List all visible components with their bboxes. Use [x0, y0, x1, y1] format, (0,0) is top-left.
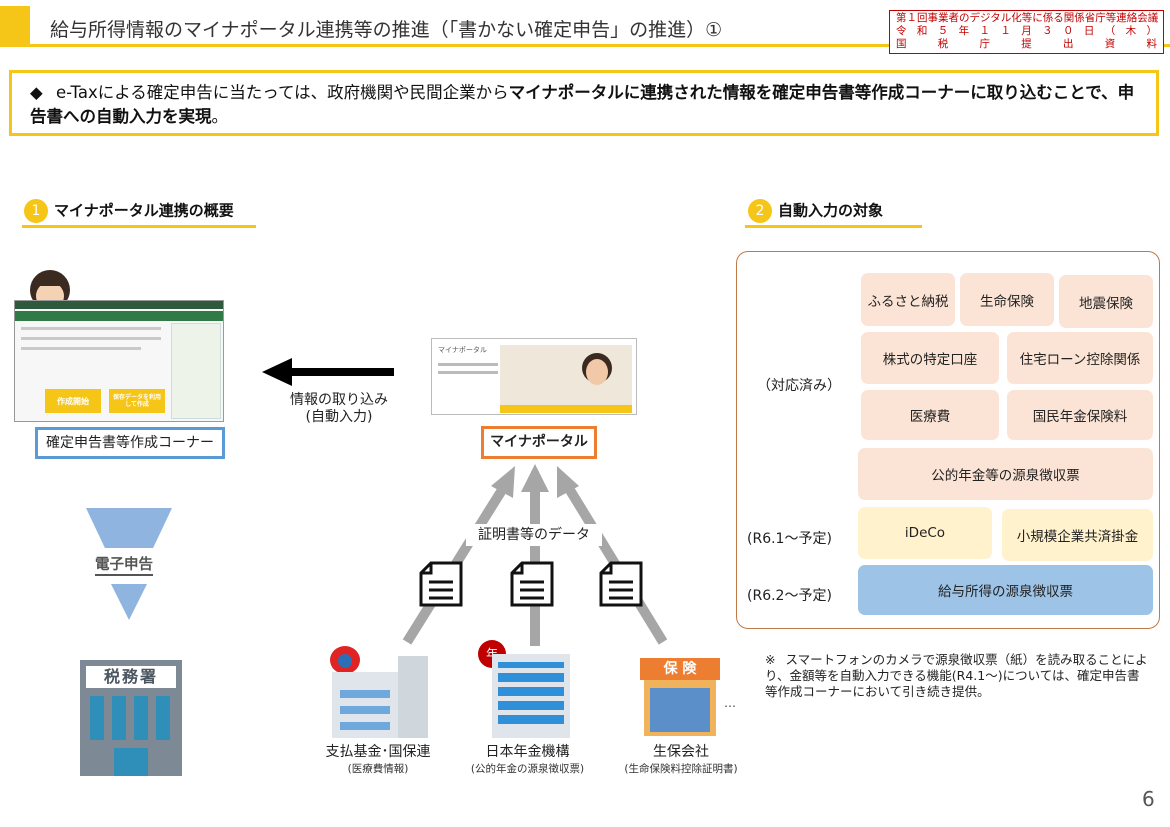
stamp-line-2: 令 和 ５ 年 １ １ 月 ３ ０ 日 （ 木 ）	[896, 25, 1157, 37]
pension-service-building-icon: 年	[478, 640, 570, 738]
item-housing-loan: 住宅ローン控除関係	[1007, 332, 1153, 384]
document-icon	[599, 561, 643, 607]
summary-text-end: 。	[211, 107, 229, 126]
mynaportal-label: マイナポータル	[481, 426, 597, 459]
section-1-number: 1	[24, 199, 48, 223]
certificate-data-label: 証明書等のデータ	[466, 524, 602, 546]
medical-fund-building-icon	[328, 646, 428, 738]
row-label-done: （対応済み）	[757, 378, 841, 394]
source-name-2: 日本年金機構	[485, 744, 570, 760]
section-2-underline	[745, 225, 922, 228]
item-stock-account: 株式の特定口座	[861, 332, 999, 384]
down-arrow-icon	[111, 584, 147, 620]
stamp-line-1: 第１回事業者のデジタル化等に係る関係省庁等連絡会議	[896, 12, 1159, 24]
summary-text-plain: e-Taxによる確定申告に当たっては、政府機関や民間企業から	[55, 83, 509, 102]
import-arrow-icon	[262, 358, 394, 386]
item-earthquake-insurance: 地震保険	[1059, 275, 1153, 328]
row-label-r6-1: (R6.1～予定)	[747, 531, 832, 547]
tax-office-building-icon: 税務署	[80, 660, 182, 776]
page-title: 給与所得情報のマイナポータル連携等の推進（「書かない確定申告」の推進）①	[50, 19, 723, 41]
corner-screen-image: 作成開始 保存データを利用して作成	[14, 300, 224, 422]
import-label-line-2: (自動入力)	[305, 409, 373, 425]
source-sub-1: (医療費情報)	[347, 763, 409, 775]
document-stamp: 第１回事業者のデジタル化等に係る関係省庁等連絡会議 令 和 ５ 年 １ １ 月 …	[889, 10, 1164, 54]
insurance-company-building-icon: 保 険	[640, 658, 720, 736]
footnote-text: スマートフォンのカメラで源泉徴収票（紙）を読み取ることにより、金額等を自動入力で…	[765, 652, 1148, 699]
item-medical-expenses: 医療費	[861, 390, 999, 440]
source-name-3: 生保会社	[653, 744, 709, 760]
page-number: 6	[1142, 787, 1155, 811]
funnel-shape	[86, 508, 172, 548]
screen-saved-data-button: 保存データを利用して作成	[109, 389, 165, 413]
section-1-underline	[22, 225, 256, 228]
source-caption-2: 日本年金機構 (公的年金の源泉徴収票)	[450, 741, 605, 776]
item-ideco: iDeCo	[858, 507, 992, 559]
more-sources-ellipsis: …	[724, 696, 736, 710]
source-name-1: 支払基金･国保連	[325, 744, 431, 760]
source-sub-3: (生命保険料控除証明書)	[624, 763, 738, 775]
bullet-icon: ◆	[30, 83, 43, 102]
title-accent-tab	[0, 6, 30, 44]
section-2-number: 2	[748, 199, 772, 223]
import-label-line-1: 情報の取り込み	[290, 392, 388, 408]
screen-start-button: 作成開始	[45, 389, 101, 413]
import-label: 情報の取り込み (自動入力)	[284, 392, 394, 426]
auto-input-panel: （対応済み） ふるさと納税 生命保険 地震保険 株式の特定口座 住宅ローン控除関…	[736, 251, 1160, 629]
document-icon	[419, 561, 463, 607]
tax-office-sign: 税務署	[86, 666, 176, 688]
row-label-r6-2: (R6.2～予定)	[747, 588, 832, 604]
corner-label: 確定申告書等作成コーナー	[35, 427, 225, 459]
section-1-title: マイナポータル連携の概要	[54, 201, 234, 220]
mynaportal-screen-title: マイナポータル	[438, 346, 487, 354]
source-caption-3: 生保会社 (生命保険料控除証明書)	[606, 741, 756, 776]
item-life-insurance: 生命保険	[960, 273, 1054, 326]
footnote-mark: ※	[765, 652, 776, 667]
item-public-pension: 公的年金等の源泉徴収票	[858, 448, 1153, 500]
summary-text-bold-1: マイナポータルに連携された情報を確定申告書等作成コーナーに取り込むことで、	[508, 83, 1118, 102]
mynaportal-screen-image: マイナポータル	[431, 338, 637, 415]
summary-box: ◆ e-Taxによる確定申告に当たっては、政府機関や民間企業からマイナポータルに…	[9, 70, 1159, 136]
source-sub-2: (公的年金の源泉徴収票)	[470, 763, 585, 775]
document-icon	[510, 561, 554, 607]
e-filing-label: 電子申告	[95, 553, 153, 576]
insurance-sign: 保 険	[640, 658, 720, 680]
stamp-line-3: 国 税 庁 提 出 資 料	[896, 38, 1157, 50]
item-small-business-mutual: 小規模企業共済掛金	[1002, 509, 1153, 561]
source-caption-1: 支払基金･国保連 (医療費情報)	[303, 741, 453, 776]
item-national-pension: 国民年金保険料	[1007, 390, 1153, 440]
section-2-title: 自動入力の対象	[778, 201, 884, 220]
item-furusato: ふるさと納税	[861, 273, 955, 326]
footnote: ※ スマートフォンのカメラで源泉徴収票（紙）を読み取ることにより、金額等を自動入…	[765, 652, 1150, 700]
item-salary-withholding: 給与所得の源泉徴収票	[858, 565, 1153, 615]
